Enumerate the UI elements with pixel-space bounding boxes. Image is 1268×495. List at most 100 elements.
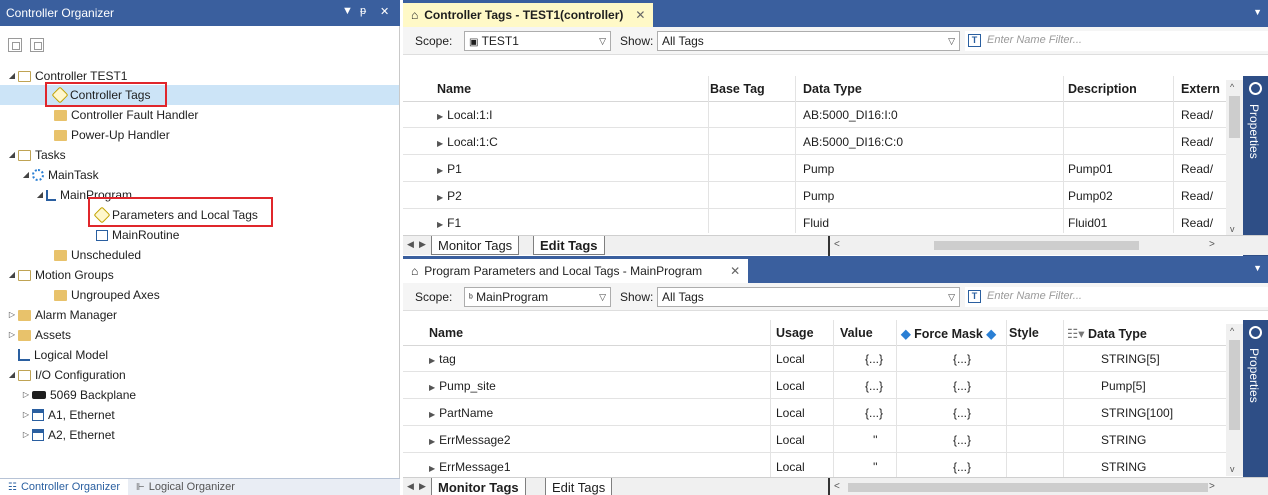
collapse-arrow-icon[interactable]: ◢ xyxy=(6,365,18,385)
tree-item-a2-ethernet[interactable]: ▷ A2, Ethernet xyxy=(20,425,115,445)
table-row[interactable]: ▶ PartName Local {...} {...} STRING[100] xyxy=(403,400,1241,426)
bottom-grid-vertical-scrollbar[interactable]: ^ v xyxy=(1226,324,1243,476)
expand-arrow-icon[interactable]: ▷ xyxy=(20,405,32,425)
column-header-base-tag[interactable]: Base Tag xyxy=(710,82,765,96)
table-row[interactable]: ▶ Pump_site Local {...} {...} Pump[5] xyxy=(403,373,1241,399)
close-tab-icon[interactable]: ✕ xyxy=(635,8,645,22)
collapse-arrow-icon[interactable]: ◢ xyxy=(6,265,18,285)
tab-list-dropdown-icon[interactable]: ▼ xyxy=(1253,263,1262,273)
expand-arrow-icon[interactable]: ▶ xyxy=(437,193,443,202)
expand-arrow-icon[interactable]: ▷ xyxy=(6,305,18,325)
pin-icon[interactable]: ᵽ xyxy=(360,5,366,17)
column-header-name[interactable]: Name xyxy=(429,326,463,340)
close-pane-icon[interactable]: ✕ xyxy=(380,5,389,18)
force-mask-cell[interactable]: {...} xyxy=(953,379,971,393)
value-cell[interactable]: {...} xyxy=(865,379,883,393)
collapse-arrow-icon[interactable]: ◢ xyxy=(20,165,32,185)
scroll-up-icon[interactable]: ^ xyxy=(1230,82,1234,92)
force-mask-cell[interactable]: {...} xyxy=(953,460,971,474)
expand-arrow-icon[interactable]: ▶ xyxy=(429,437,435,446)
scroll-left-icon[interactable]: < xyxy=(834,481,840,492)
table-row[interactable]: ▶ tag Local {...} {...} STRING[5] xyxy=(403,346,1241,372)
column-header-name[interactable]: Name xyxy=(437,82,471,96)
column-header-description[interactable]: Description xyxy=(1068,82,1137,96)
scroll-thumb[interactable] xyxy=(1229,340,1240,430)
tree-item-io-configuration[interactable]: ◢ I/O Configuration xyxy=(6,365,126,385)
value-cell[interactable]: {...} xyxy=(865,406,883,420)
tree-item-motion-groups[interactable]: ◢ Motion Groups xyxy=(6,265,114,285)
close-tab-icon[interactable]: ✕ xyxy=(730,264,740,278)
value-cell[interactable]: '' xyxy=(873,433,878,447)
expand-arrow-icon[interactable]: ▷ xyxy=(20,425,32,445)
expand-arrow-icon[interactable]: ▶ xyxy=(437,220,443,229)
split-divider[interactable] xyxy=(828,236,830,256)
tree-item-unscheduled[interactable]: Unscheduled xyxy=(54,245,141,265)
tree-item-ungrouped-axes[interactable]: Ungrouped Axes xyxy=(54,285,160,305)
column-header-data-type[interactable]: ☷▾ Data Type xyxy=(1067,326,1147,341)
tree-item-fault-handler[interactable]: Controller Fault Handler xyxy=(54,105,198,125)
horizontal-scroll-thumb[interactable] xyxy=(934,241,1139,250)
column-header-force-mask[interactable]: ◆ Force Mask ◆ xyxy=(901,326,996,341)
column-header-style[interactable]: Style xyxy=(1009,326,1039,340)
tab-scroll-left-icon[interactable]: ◀ xyxy=(407,239,414,250)
tab-controller-organizer[interactable]: ☷ Controller Organizer xyxy=(0,478,129,495)
filter-view-icon[interactable] xyxy=(30,38,44,52)
collapse-arrow-icon[interactable]: ◢ xyxy=(6,145,18,165)
table-row[interactable]: ▶ P1 Pump Pump01 Read/ xyxy=(403,156,1241,182)
tab-scroll-left-icon[interactable]: ◀ xyxy=(407,481,414,492)
tab-scroll-right-icon[interactable]: ▶ xyxy=(419,481,426,492)
table-row[interactable]: ▶ Local:1:C AB:5000_DI16:C:0 Read/ xyxy=(403,129,1241,155)
scroll-down-icon[interactable]: v xyxy=(1230,224,1235,234)
tab-edit-tags[interactable]: Edit Tags xyxy=(533,236,605,255)
tab-scroll-right-icon[interactable]: ▶ xyxy=(419,239,426,250)
tree-item-a1-ethernet[interactable]: ▷ A1, Ethernet xyxy=(20,405,115,425)
tree-item-logical-model[interactable]: Logical Model xyxy=(18,345,108,365)
scroll-left-icon[interactable]: < xyxy=(834,239,840,250)
tree-item-5069-backplane[interactable]: ▷ 5069 Backplane xyxy=(20,385,136,405)
column-header-usage[interactable]: Usage xyxy=(776,326,814,340)
horizontal-scroll-thumb[interactable] xyxy=(848,483,1208,492)
scope-dropdown[interactable]: ▣ TEST1 ▽ xyxy=(464,31,611,51)
tab-monitor-tags[interactable]: Monitor Tags xyxy=(431,236,520,255)
column-header-external[interactable]: Extern xyxy=(1181,82,1220,96)
expand-arrow-icon[interactable]: ▶ xyxy=(429,356,435,365)
expand-arrow-icon[interactable]: ▶ xyxy=(437,112,443,121)
expand-arrow-icon[interactable]: ▶ xyxy=(437,139,443,148)
table-row[interactable]: ▶ F1 Fluid Fluid01 Read/ xyxy=(403,210,1241,233)
collapse-arrow-icon[interactable]: ◢ xyxy=(34,185,46,205)
tree-item-tasks[interactable]: ◢ Tasks xyxy=(6,145,66,165)
tree-item-powerup-handler[interactable]: Power-Up Handler xyxy=(54,125,170,145)
tree-item-assets[interactable]: ▷ Assets xyxy=(6,325,71,345)
expand-arrow-icon[interactable]: ▶ xyxy=(429,464,435,473)
column-header-data-type[interactable]: Data Type xyxy=(803,82,862,96)
top-grid-vertical-scrollbar[interactable]: ^ v xyxy=(1226,80,1243,236)
expand-arrow-icon[interactable]: ▶ xyxy=(429,410,435,419)
table-row[interactable]: ▶ ErrMessage1 Local '' {...} STRING xyxy=(403,454,1241,477)
collapse-all-icon[interactable] xyxy=(8,38,22,52)
properties-sidebar-top[interactable]: Properties xyxy=(1243,76,1268,256)
value-cell[interactable]: {...} xyxy=(865,352,883,366)
table-row[interactable]: ▶ P2 Pump Pump02 Read/ xyxy=(403,183,1241,209)
force-mask-cell[interactable]: {...} xyxy=(953,352,971,366)
expand-arrow-icon[interactable]: ▶ xyxy=(429,383,435,392)
value-cell[interactable]: '' xyxy=(873,460,878,474)
force-mask-cell[interactable]: {...} xyxy=(953,433,971,447)
tree-item-mainroutine[interactable]: MainRoutine xyxy=(96,225,179,245)
expand-arrow-icon[interactable]: ▷ xyxy=(6,325,18,345)
scroll-up-icon[interactable]: ^ xyxy=(1230,326,1234,336)
tab-controller-tags[interactable]: ⌂ Controller Tags - TEST1(controller) ✕ xyxy=(403,3,654,27)
tab-monitor-tags[interactable]: Monitor Tags xyxy=(431,478,526,495)
scroll-down-icon[interactable]: v xyxy=(1230,464,1235,474)
scope-dropdown[interactable]: ᵇ MainProgram ▽ xyxy=(464,287,611,307)
collapse-arrow-icon[interactable]: ◢ xyxy=(6,66,18,86)
column-filter-icon[interactable]: ☷▾ xyxy=(1067,327,1088,341)
tab-edit-tags[interactable]: Edit Tags xyxy=(545,478,613,495)
tab-list-dropdown-icon[interactable]: ▼ xyxy=(1253,7,1262,17)
scroll-right-icon[interactable]: > xyxy=(1209,239,1215,250)
table-row[interactable]: ▶ ErrMessage2 Local '' {...} STRING xyxy=(403,427,1241,453)
show-dropdown[interactable]: All Tags ▽ xyxy=(657,31,960,51)
name-filter-input[interactable]: T Enter Name Filter... xyxy=(965,287,1268,307)
show-dropdown[interactable]: All Tags ▽ xyxy=(657,287,960,307)
column-header-value[interactable]: Value xyxy=(840,326,873,340)
scroll-right-icon[interactable]: > xyxy=(1209,481,1215,492)
